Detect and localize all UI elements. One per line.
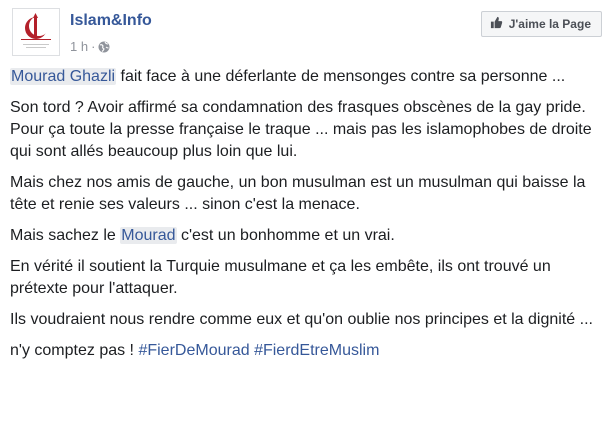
post-meta: 1 h · — [70, 39, 110, 56]
thumbs-up-icon — [490, 16, 503, 32]
paragraph-text: c'est un bonhomme et un vrai. — [176, 227, 395, 244]
hashtag-fierdemourad[interactable]: #FierDeMourad — [138, 342, 249, 359]
post-paragraph-6: Ils voudraient nous rendre comme eux et … — [10, 311, 593, 328]
post-paragraph-7: n'y comptez pas ! #FierDeMourad #FierdEt… — [10, 340, 610, 362]
post-paragraph-5: En vérité il soutient la Turquie musulma… — [10, 258, 551, 297]
mention-mourad[interactable]: Mourad — [120, 227, 177, 244]
like-page-label: J'aime la Page — [508, 17, 591, 31]
post-paragraph-3: Mais chez nos amis de gauche, un bon mus… — [10, 174, 586, 213]
meta-separator: · — [91, 39, 96, 54]
paragraph-text: Mais sachez le — [10, 227, 121, 244]
post-header: Islam&Info 1 h · J'aime la Page — [12, 8, 612, 58]
post-paragraph-4: Mais sachez le Mourad c'est un bonhomme … — [10, 225, 610, 247]
page-avatar[interactable] — [12, 8, 60, 56]
post-paragraph-1: Mourad Ghazli fait face à une déferlante… — [10, 66, 610, 88]
post-text: Mourad Ghazli fait face à une déferlante… — [10, 66, 610, 371]
post-time[interactable]: 1 h — [70, 39, 88, 54]
paragraph-text: n'y comptez pas ! — [10, 342, 139, 359]
paragraph-text: fait face à une déferlante de mensonges … — [116, 68, 566, 85]
hashtag-fierdetremuslim[interactable]: #FierdEtreMuslim — [254, 342, 379, 359]
post-paragraph-2: Son tord ? Avoir affirmé sa condamnation… — [10, 99, 592, 160]
like-page-button[interactable]: J'aime la Page — [480, 11, 602, 37]
islam-info-logo — [13, 9, 59, 55]
page-name[interactable]: Islam&Info — [70, 12, 152, 30]
globe-icon[interactable] — [98, 41, 110, 56]
mention-mourad-ghazli[interactable]: Mourad Ghazli — [10, 68, 117, 85]
facebook-post: Islam&Info 1 h · J'aime la Page Mourad Gh… — [0, 0, 615, 440]
